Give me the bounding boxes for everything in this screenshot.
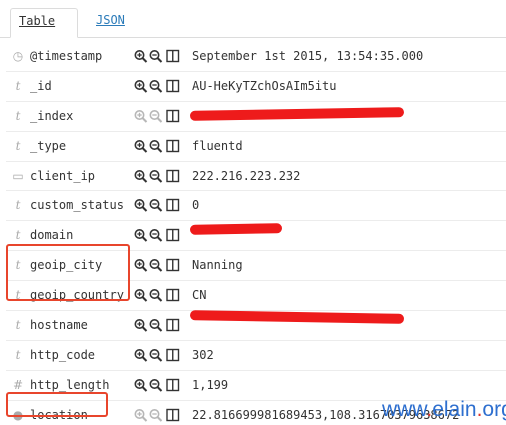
field-actions	[134, 317, 190, 333]
string-type-icon: t	[15, 228, 21, 243]
toggle-column-icon[interactable]	[166, 138, 180, 154]
field-name: http_code	[30, 347, 96, 362]
highlight-box-geoip	[6, 244, 130, 301]
table-row: t _id AU-HeKyTZchOsAIm5itu	[6, 72, 506, 102]
filter-for-value-icon[interactable]	[134, 257, 148, 273]
filter-for-value-icon[interactable]	[134, 168, 148, 184]
tab-bar: Table JSON	[0, 0, 506, 38]
field-name: @timestamp	[30, 49, 103, 63]
field-actions	[134, 287, 190, 303]
field-actions	[134, 78, 190, 94]
filter-for-value-icon[interactable]	[134, 287, 148, 303]
field-value: 222.216.223.232	[192, 168, 301, 183]
filter-for-value-icon[interactable]	[134, 108, 148, 124]
field-value: AU-HeKyTZchOsAIm5itu	[192, 78, 337, 93]
table-row: ▭ client_ip 222.216.223.232	[6, 162, 506, 192]
field-actions	[134, 48, 190, 64]
filter-out-value-icon[interactable]	[149, 197, 163, 213]
filter-for-value-icon[interactable]	[134, 138, 148, 154]
field-name: _id	[30, 78, 52, 93]
filter-out-value-icon[interactable]	[149, 78, 163, 94]
field-value: CN	[192, 288, 207, 303]
clock-icon: ◷	[12, 49, 24, 63]
string-type-icon: t	[15, 347, 21, 362]
filter-out-value-icon[interactable]	[149, 407, 163, 423]
filter-for-value-icon[interactable]	[134, 197, 148, 213]
toggle-column-icon[interactable]	[166, 407, 180, 423]
redaction-mark-domain	[189, 223, 283, 235]
string-type-icon: t	[15, 108, 21, 123]
field-actions	[134, 347, 190, 363]
filter-out-value-icon[interactable]	[149, 108, 163, 124]
highlight-box-location	[6, 392, 108, 417]
toggle-column-icon[interactable]	[166, 317, 180, 333]
watermark-suffix: org	[482, 398, 506, 421]
filter-out-value-icon[interactable]	[149, 317, 163, 333]
toggle-column-icon[interactable]	[166, 377, 180, 393]
filter-for-value-icon[interactable]	[134, 317, 148, 333]
filter-for-value-icon[interactable]	[134, 227, 148, 243]
field-actions	[134, 108, 190, 124]
field-name: domain	[30, 228, 74, 243]
field-name: hostname	[30, 318, 88, 333]
filter-out-value-icon[interactable]	[149, 257, 163, 273]
tab-table[interactable]: Table	[10, 8, 78, 38]
field-name: client_ip	[30, 168, 96, 183]
filter-for-value-icon[interactable]	[134, 48, 148, 64]
filter-for-value-icon[interactable]	[134, 377, 148, 393]
toggle-column-icon[interactable]	[166, 78, 180, 94]
filter-for-value-icon[interactable]	[134, 407, 148, 423]
filter-for-value-icon[interactable]	[134, 347, 148, 363]
filter-out-value-icon[interactable]	[149, 287, 163, 303]
field-actions	[134, 197, 190, 213]
field-name: _type	[30, 138, 67, 153]
toggle-column-icon[interactable]	[166, 48, 180, 64]
field-actions	[134, 257, 190, 273]
field-value: September 1st 2015, 13:54:35.000	[192, 49, 424, 63]
field-value: fluentd	[192, 138, 243, 153]
toggle-column-icon[interactable]	[166, 168, 180, 184]
filter-out-value-icon[interactable]	[149, 138, 163, 154]
table-row: t custom_status 0	[6, 191, 506, 222]
filter-for-value-icon[interactable]	[134, 78, 148, 94]
string-type-icon: t	[15, 198, 21, 213]
tab-json[interactable]: JSON	[88, 8, 133, 37]
toggle-column-icon[interactable]	[166, 227, 180, 243]
toggle-column-icon[interactable]	[166, 347, 180, 363]
string-type-icon: t	[15, 318, 21, 333]
field-value: 0	[192, 198, 200, 213]
filter-out-value-icon[interactable]	[149, 347, 163, 363]
toggle-column-icon[interactable]	[166, 257, 180, 273]
field-value: 1,199	[192, 377, 229, 392]
field-name: http_length	[30, 377, 110, 392]
filter-out-value-icon[interactable]	[149, 227, 163, 243]
field-name: custom_status	[30, 198, 124, 213]
field-actions	[134, 227, 190, 243]
field-actions	[134, 138, 190, 154]
field-actions	[134, 377, 190, 393]
field-actions	[134, 407, 190, 423]
field-actions	[134, 168, 190, 184]
string-type-icon: t	[15, 78, 21, 93]
table-row: ◷ @timestamp September 1st 2015, 13:54:35.…	[6, 42, 506, 72]
field-name: _index	[30, 108, 74, 123]
watermark-middle: elain	[432, 398, 477, 421]
watermark: www.elain.org	[382, 398, 506, 422]
toggle-column-icon[interactable]	[166, 287, 180, 303]
table-row: t http_code 302	[6, 341, 506, 371]
watermark-prefix: www	[382, 398, 427, 421]
ip-type-icon: ▭	[12, 168, 24, 183]
filter-out-value-icon[interactable]	[149, 168, 163, 184]
field-value: 302	[192, 347, 214, 362]
toggle-column-icon[interactable]	[166, 197, 180, 213]
filter-out-value-icon[interactable]	[149, 48, 163, 64]
number-type-icon: #	[12, 377, 24, 392]
filter-out-value-icon[interactable]	[149, 377, 163, 393]
field-value: Nanning	[192, 258, 243, 273]
table-row: t _type fluentd	[6, 132, 506, 162]
toggle-column-icon[interactable]	[166, 108, 180, 124]
string-type-icon: t	[15, 138, 21, 153]
